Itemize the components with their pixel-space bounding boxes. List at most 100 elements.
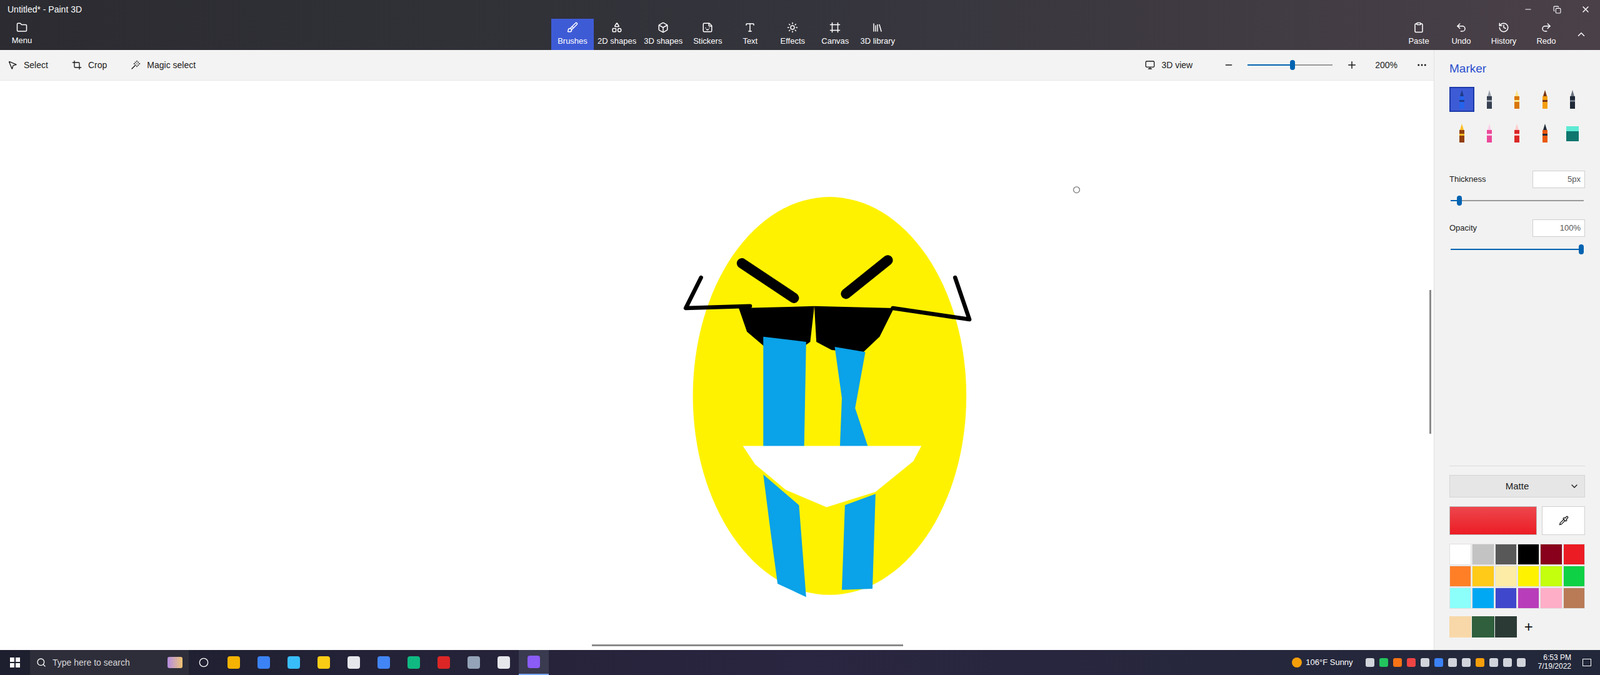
custom-swatch[interactable] <box>1495 616 1517 638</box>
action-button[interactable]: Paste <box>1397 18 1440 50</box>
restore-button[interactable] <box>1542 0 1572 19</box>
taskbar-app[interactable] <box>248 650 279 675</box>
canvas-drawing[interactable] <box>0 80 1434 650</box>
action-button[interactable]: Redo <box>1525 18 1568 50</box>
thickness-input[interactable]: 5px <box>1532 170 1585 189</box>
brush-button[interactable] <box>1504 86 1530 112</box>
weather-widget[interactable]: 106°F Sunny <box>1291 656 1353 669</box>
palette-swatch[interactable] <box>1540 565 1562 587</box>
slider-thumb[interactable] <box>1578 244 1584 255</box>
palette-swatch[interactable] <box>1563 543 1585 565</box>
tray-icon[interactable] <box>1420 658 1430 667</box>
thickness-slider[interactable] <box>1450 195 1584 206</box>
start-button[interactable] <box>0 650 30 675</box>
sub-tool-button[interactable]: Crop <box>71 55 107 76</box>
palette-swatch[interactable] <box>1471 565 1494 587</box>
palette-swatch[interactable] <box>1495 587 1517 609</box>
eyedropper-button[interactable] <box>1541 506 1585 535</box>
clock[interactable]: 6:53 PM7/19/2022 <box>1538 653 1572 672</box>
brush-button[interactable] <box>1560 120 1585 146</box>
canvas-area[interactable] <box>0 80 1434 650</box>
palette-swatch[interactable] <box>1517 565 1540 587</box>
palette-swatch[interactable] <box>1495 565 1517 587</box>
add-color-button[interactable]: + <box>1517 616 1540 638</box>
brush-button[interactable] <box>1532 120 1558 146</box>
sub-tool-button[interactable]: Select <box>7 55 49 76</box>
zoom-out-button[interactable] <box>1223 60 1234 70</box>
palette-swatch[interactable] <box>1471 543 1494 565</box>
action-button[interactable]: Undo <box>1440 18 1483 50</box>
tray-icon[interactable] <box>1503 658 1512 667</box>
palette-swatch[interactable] <box>1471 587 1494 609</box>
brush-button[interactable] <box>1504 120 1530 146</box>
palette-swatch[interactable] <box>1563 565 1585 587</box>
brush-button[interactable] <box>1476 120 1502 146</box>
task-view-button[interactable] <box>188 650 219 675</box>
vertical-scrollbar[interactable] <box>1429 290 1432 434</box>
minimize-button[interactable] <box>1513 0 1543 19</box>
tool-tab[interactable]: 3D shapes <box>640 18 687 50</box>
tool-tab[interactable]: 2D shapes <box>593 18 640 50</box>
palette-swatch[interactable] <box>1449 565 1472 587</box>
brush-button[interactable] <box>1449 86 1475 112</box>
slider-thumb[interactable] <box>1290 60 1295 70</box>
brush-button[interactable] <box>1476 86 1502 112</box>
menu-button[interactable]: Menu <box>7 18 37 50</box>
tool-tab[interactable]: Text <box>728 18 772 50</box>
palette-swatch[interactable] <box>1495 543 1517 565</box>
taskbar-app[interactable] <box>398 650 429 675</box>
3d-view-button[interactable]: 3D view <box>1145 58 1193 72</box>
tray-icon[interactable] <box>1379 658 1389 667</box>
taskbar-app[interactable] <box>368 650 399 675</box>
taskbar-app[interactable] <box>308 650 339 675</box>
taskbar-app[interactable] <box>338 650 369 675</box>
current-color[interactable] <box>1449 506 1537 535</box>
collapse-button[interactable] <box>1567 18 1595 50</box>
brush-button[interactable] <box>1449 120 1475 146</box>
palette-swatch[interactable] <box>1449 587 1472 609</box>
tray-icon[interactable] <box>1448 658 1457 667</box>
taskbar-search[interactable]: Type here to search <box>30 650 189 675</box>
custom-swatch[interactable] <box>1471 616 1494 638</box>
brush-button[interactable] <box>1560 86 1585 112</box>
taskbar-app[interactable] <box>278 650 309 675</box>
sub-tool-button[interactable]: Magic select <box>130 55 196 76</box>
opacity-slider[interactable] <box>1450 244 1584 255</box>
palette-swatch[interactable] <box>1517 587 1540 609</box>
tray-icon[interactable] <box>1365 658 1375 667</box>
tool-tab[interactable]: Canvas <box>813 18 857 50</box>
action-button[interactable]: History <box>1482 18 1525 50</box>
brush-button[interactable] <box>1532 86 1558 112</box>
slider-thumb[interactable] <box>1456 195 1462 206</box>
tray-icon[interactable] <box>1406 658 1416 667</box>
tray-icon[interactable] <box>1461 658 1471 667</box>
custom-swatch[interactable] <box>1449 616 1472 638</box>
palette-swatch[interactable] <box>1540 543 1562 565</box>
taskbar-app[interactable] <box>488 650 519 675</box>
zoom-slider[interactable] <box>1247 60 1333 70</box>
tray-icon[interactable] <box>1434 658 1444 667</box>
more-button[interactable] <box>1416 59 1428 71</box>
taskbar-app[interactable] <box>218 650 249 675</box>
notification-button[interactable] <box>1577 650 1597 675</box>
zoom-in-button[interactable] <box>1346 59 1358 71</box>
taskbar-app[interactable] <box>428 650 459 675</box>
tray-icon[interactable] <box>1489 658 1499 667</box>
taskbar-app[interactable] <box>458 650 489 675</box>
palette-swatch[interactable] <box>1517 543 1540 565</box>
tray-icon[interactable] <box>1393 658 1402 667</box>
tool-tab[interactable]: 3D library <box>856 18 899 50</box>
tool-tab[interactable]: Effects <box>771 18 814 50</box>
tool-tab[interactable]: Brushes <box>551 18 594 50</box>
horizontal-scrollbar[interactable] <box>591 644 904 647</box>
palette-swatch[interactable] <box>1449 543 1472 565</box>
tool-tab[interactable]: Stickers <box>686 18 729 50</box>
taskbar-app[interactable] <box>518 650 549 675</box>
palette-swatch[interactable] <box>1540 587 1562 609</box>
tray-icon[interactable] <box>1475 658 1485 667</box>
material-dropdown[interactable]: Matte <box>1449 475 1585 498</box>
palette-swatch[interactable] <box>1563 587 1585 609</box>
opacity-input[interactable]: 100% <box>1532 219 1585 237</box>
tray-icon[interactable] <box>1516 658 1526 667</box>
close-button[interactable] <box>1571 0 1600 19</box>
